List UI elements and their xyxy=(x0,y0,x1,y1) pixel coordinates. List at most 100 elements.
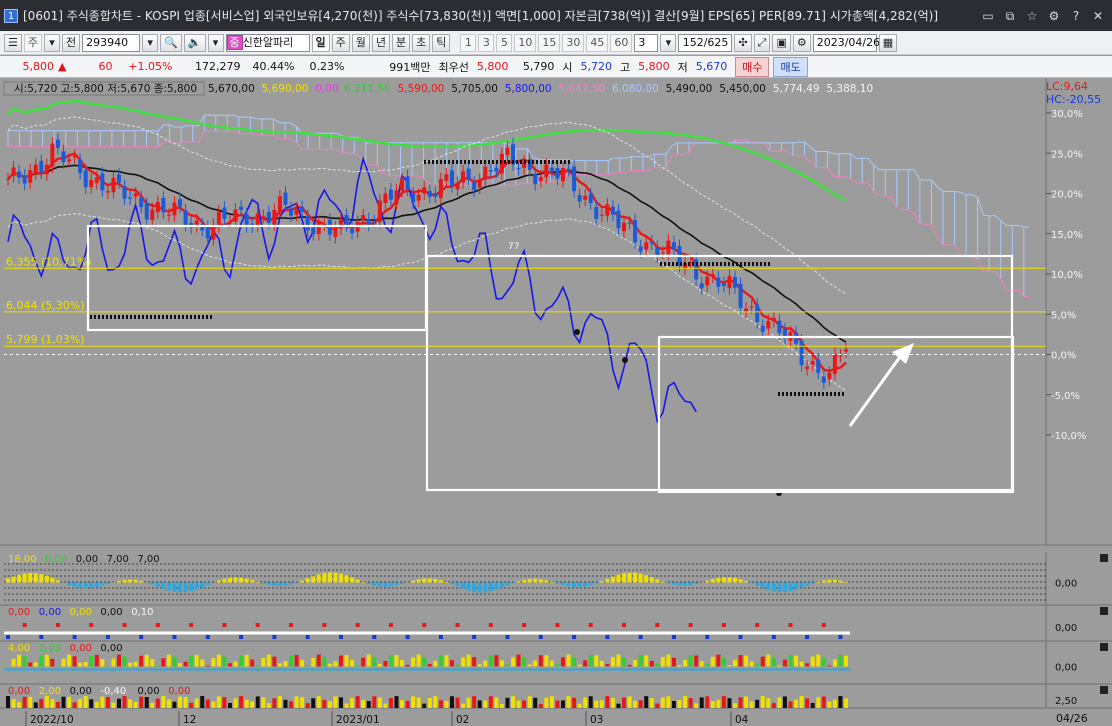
window-title: [0601] 주식종합차트 - KOSPI 업종[서비스업] 외국인보유[4,2… xyxy=(23,9,939,23)
stop-bar xyxy=(484,160,486,164)
minute-1[interactable]: 1 xyxy=(460,33,477,52)
minute-45[interactable]: 45 xyxy=(586,33,609,52)
volume-bar xyxy=(516,700,521,708)
high-price: 5,800 xyxy=(638,60,670,73)
minute-3[interactable]: 3 xyxy=(478,33,495,52)
volume-bar xyxy=(560,700,565,708)
stop-bar xyxy=(700,262,702,266)
volume-bar xyxy=(172,701,177,708)
stock-code-input[interactable]: 293940 xyxy=(82,33,141,52)
chevron-down-icon[interactable]: ▾ xyxy=(44,33,60,52)
oscillator-bar xyxy=(610,657,615,667)
settings-icon[interactable]: ⚙ xyxy=(1046,8,1062,24)
broker-field[interactable]: 중 신한알파리 xyxy=(225,33,310,52)
period-week[interactable]: 주 xyxy=(331,33,350,52)
calendar-icon[interactable]: ▦ xyxy=(878,33,898,52)
chart-area[interactable]: 40,0%35,0%30,0%25,0%20,0%15,0%10,0%5,0%0… xyxy=(0,29,1112,726)
minute-5[interactable]: 5 xyxy=(496,33,513,52)
chevron-down-icon[interactable]: ▾ xyxy=(142,33,159,52)
candle-body xyxy=(799,340,804,366)
candle-body xyxy=(272,209,277,225)
window-number: 1 xyxy=(4,8,18,23)
volume-bar xyxy=(733,703,738,708)
volume-bar xyxy=(466,697,471,708)
restore-icon[interactable]: ⧉ xyxy=(1002,8,1018,24)
stop-bar xyxy=(556,160,558,164)
volume-bar xyxy=(599,700,604,708)
search-icon[interactable]: 🔍 xyxy=(160,33,182,52)
oscillator-bar xyxy=(660,656,665,667)
volume-bar xyxy=(411,696,416,708)
stop-bar xyxy=(744,262,746,266)
panel-close-icon[interactable] xyxy=(1100,554,1108,562)
panel-close-icon[interactable] xyxy=(1100,607,1108,615)
date-input[interactable]: 2023/04/26 xyxy=(812,33,880,52)
histogram-bar xyxy=(194,582,199,590)
volume-bar xyxy=(33,702,38,708)
volume-bar xyxy=(788,701,793,708)
period-month[interactable]: 월 xyxy=(351,33,370,52)
oscillator-bar xyxy=(566,654,571,667)
gear-icon[interactable]: ⚙ xyxy=(792,33,811,52)
candle-body xyxy=(161,197,166,213)
candle-body xyxy=(821,376,826,383)
volume-bar xyxy=(322,699,327,708)
buy-button[interactable]: 매수 xyxy=(735,56,770,77)
candle-body xyxy=(438,178,443,199)
period-day[interactable]: 일 xyxy=(311,33,330,52)
minute-60[interactable]: 60 xyxy=(610,33,633,52)
crosshair-icon[interactable]: ✣ xyxy=(734,33,752,52)
volume-bar xyxy=(549,696,554,708)
price-chart[interactable]: 40,0%35,0%30,0%25,0%20,0%15,0%10,0%5,0%0… xyxy=(0,29,1112,726)
minute-10[interactable]: 10 xyxy=(514,33,537,52)
window-controls: ▭ ⧉ ☆ ⚙ ? ✕ xyxy=(974,7,1112,24)
prev-button[interactable]: 전 xyxy=(62,33,81,52)
indicator-value: 5,670,00 xyxy=(208,83,255,95)
speaker-icon[interactable]: 🔈 xyxy=(183,33,206,52)
count-input[interactable]: 3 xyxy=(634,33,659,52)
period-tick[interactable]: 틱 xyxy=(432,33,451,52)
histogram-bar xyxy=(655,579,660,583)
minimize-icon[interactable]: ▭ xyxy=(980,8,996,24)
chevron-down-icon[interactable]: ▾ xyxy=(207,33,224,52)
stock-type-select[interactable]: 주 xyxy=(23,33,42,52)
oscillator-bar xyxy=(433,660,438,667)
volume-bar xyxy=(705,696,710,708)
histogram-bar xyxy=(388,582,393,587)
volume-bar xyxy=(277,696,282,708)
candle-body xyxy=(394,190,399,203)
candle-body xyxy=(710,274,715,277)
stock-list-icon[interactable]: ☰ xyxy=(4,33,22,52)
period-second[interactable]: 초 xyxy=(412,33,431,52)
stop-bar xyxy=(190,315,192,319)
help-icon[interactable]: ? xyxy=(1068,8,1084,24)
panel-legend-value: 0,10 xyxy=(131,607,153,618)
chart-tool-icon[interactable]: ⤢ xyxy=(753,33,771,52)
close-icon[interactable]: ✕ xyxy=(1090,8,1106,24)
stop-bar xyxy=(736,262,738,266)
panel-close-icon[interactable] xyxy=(1100,686,1108,694)
favorite-icon[interactable]: ☆ xyxy=(1024,8,1040,24)
oscillator-bar xyxy=(572,657,577,667)
candle-body xyxy=(72,155,77,157)
sell-button[interactable]: 매도 xyxy=(773,56,808,77)
stop-bar xyxy=(206,315,208,319)
volume-bar xyxy=(827,701,832,708)
signal-mark xyxy=(172,635,177,639)
period-minute[interactable]: 분 xyxy=(392,33,411,52)
volume-bar xyxy=(572,697,577,708)
period-year[interactable]: 년 xyxy=(371,33,391,52)
display-count-input[interactable]: 152/625 xyxy=(678,33,733,52)
minute-30[interactable]: 30 xyxy=(562,33,585,52)
minute-15[interactable]: 15 xyxy=(538,33,561,52)
oscillator-bar xyxy=(17,654,22,667)
panel-legend-value: 18,00 xyxy=(8,554,37,565)
histogram-bar xyxy=(72,582,77,587)
signal-mark xyxy=(272,635,277,639)
panel-close-icon[interactable] xyxy=(1100,643,1108,651)
chevron-down-icon[interactable]: ▾ xyxy=(660,33,677,52)
volume-bar xyxy=(366,701,371,708)
open-label: 시 xyxy=(562,60,573,74)
save-icon[interactable]: ▣ xyxy=(772,33,791,52)
candle-body xyxy=(155,201,160,213)
